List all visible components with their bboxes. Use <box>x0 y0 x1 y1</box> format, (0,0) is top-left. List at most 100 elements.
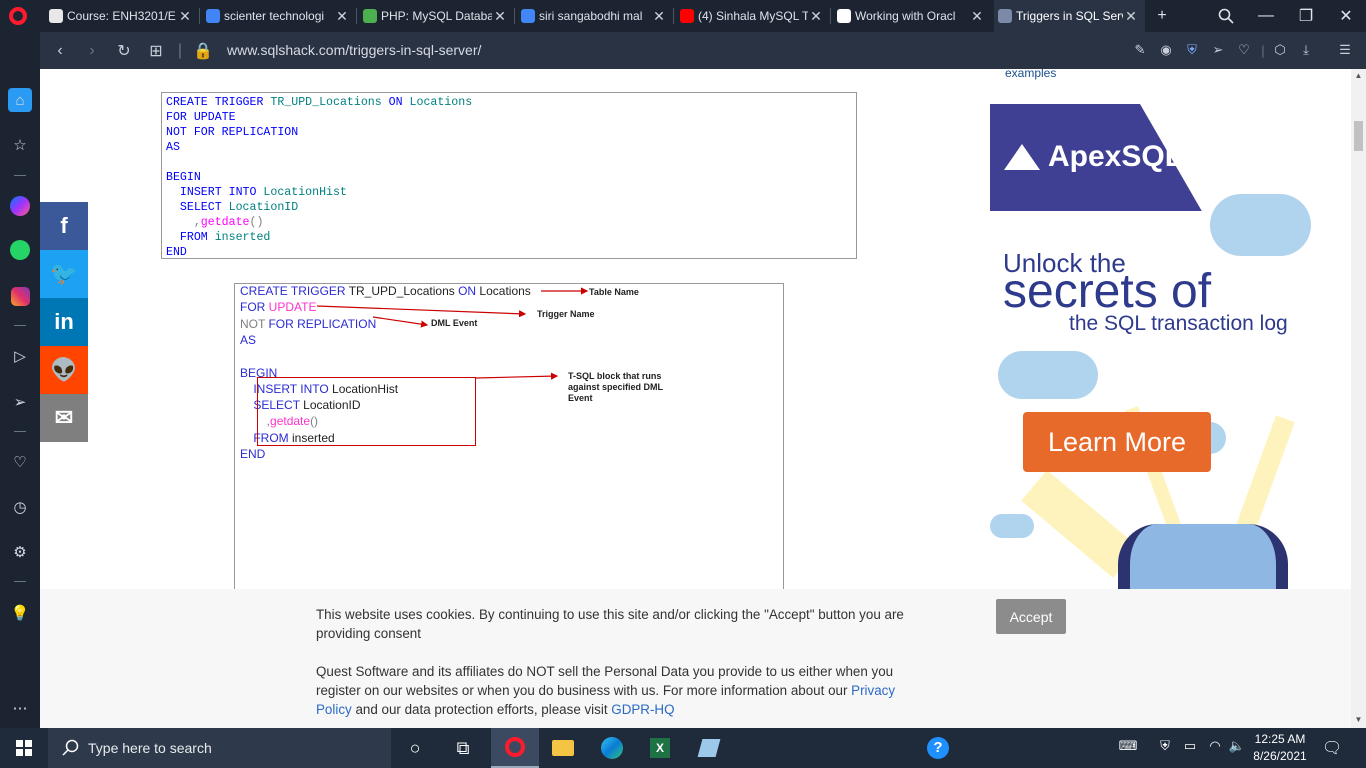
google-icon <box>206 9 220 23</box>
code-token: inserted <box>214 231 271 244</box>
tips-icon[interactable]: 💡 <box>8 601 32 625</box>
minimize-button[interactable]: — <box>1248 0 1284 32</box>
ycombinator-icon <box>837 9 851 23</box>
close-window-button[interactable]: ✕ <box>1328 0 1364 32</box>
cloud-decoration <box>1210 194 1311 256</box>
scroll-down-icon[interactable]: ▼ <box>1354 715 1363 725</box>
restore-button[interactable]: ❐ <box>1288 0 1324 32</box>
browser-tab[interactable]: siri sangabodhi mal ✕ <box>517 0 673 32</box>
linkedin-glyph: in <box>54 309 74 334</box>
close-tab-icon[interactable]: ✕ <box>334 8 350 25</box>
volume-icon[interactable]: 🔈 <box>1227 738 1247 754</box>
apexsql-ad[interactable]: ApexSQL Unlock the secrets of the SQL tr… <box>990 104 1311 589</box>
favorite-heart-icon[interactable]: ♡ <box>1235 41 1253 59</box>
easy-setup-icon[interactable]: ☰ <box>1336 41 1354 59</box>
tab-separator <box>830 8 831 24</box>
history-icon[interactable]: ◷ <box>8 495 32 519</box>
tab-bar: Course: ENH3201/E ✕ scienter technologi ✕ PH… <box>0 0 1366 32</box>
sidebar-link-examples[interactable]: examples <box>1005 69 1056 80</box>
email-share-icon[interactable]: ✉ <box>40 394 88 442</box>
whatsapp-icon[interactable] <box>8 238 32 262</box>
code-token: Locations <box>409 96 473 109</box>
close-tab-icon[interactable]: ✕ <box>808 8 824 25</box>
task-view-icon[interactable]: ⧉ <box>439 728 487 768</box>
notepad-icon[interactable] <box>685 728 733 768</box>
wifi-icon[interactable]: ◠ <box>1205 738 1225 754</box>
home-icon[interactable]: ⌂ <box>8 88 32 112</box>
code-line: INSERT INTO LocationHist <box>166 185 852 200</box>
code-token: SELECT <box>166 201 229 214</box>
tab-title: siri sangabodhi mal <box>539 9 643 23</box>
back-button[interactable]: ‹ <box>45 32 75 69</box>
facebook-share-icon[interactable]: f <box>40 202 88 250</box>
send-page-icon[interactable]: ➢ <box>1209 41 1227 59</box>
instagram-icon[interactable] <box>8 284 32 308</box>
keyboard-icon[interactable]: ⌨ <box>1118 738 1138 754</box>
scroll-up-icon[interactable]: ▲ <box>1354 71 1363 81</box>
twitter-share-icon[interactable]: 🐦 <box>40 250 88 298</box>
new-tab-button[interactable]: + <box>1144 0 1180 32</box>
tab-title: scienter technologi <box>224 9 325 23</box>
messenger-icon[interactable] <box>8 194 32 218</box>
cortana-icon[interactable]: ○ <box>391 728 439 768</box>
browser-tab[interactable]: (4) Sinhala MySQL T ✕ <box>676 0 830 32</box>
excel-icon[interactable]: X <box>636 728 684 768</box>
browser-tab[interactable]: PHP: MySQL Databa ✕ <box>359 0 514 32</box>
code-token: BEGIN <box>166 171 201 184</box>
reload-button[interactable]: ↻ <box>109 32 139 69</box>
browser-tab[interactable]: Course: ENH3201/E ✕ <box>45 0 199 32</box>
learn-more-button[interactable]: Learn More <box>1023 412 1211 472</box>
taskbar-search-box[interactable]: Type here to search <box>48 728 391 768</box>
gdpr-hq-link[interactable]: GDPR-HQ <box>611 702 674 717</box>
web-page: f 🐦 in 👽 ✉ CREATE TRIGGER TR_UPD_Locations O… <box>40 69 1351 728</box>
tab-separator <box>199 8 200 24</box>
tab-title: PHP: MySQL Databa <box>381 9 492 23</box>
close-tab-icon[interactable]: ✕ <box>969 8 985 25</box>
scroll-thumb[interactable] <box>1354 121 1363 151</box>
battery-icon[interactable]: ▭ <box>1180 738 1200 754</box>
tab-separator <box>356 8 357 24</box>
linkedin-share-icon[interactable]: in <box>40 298 88 346</box>
snapshot-icon[interactable]: ◉ <box>1157 41 1175 59</box>
download-icon[interactable]: ⤓ <box>1297 41 1315 59</box>
close-tab-icon[interactable]: ✕ <box>177 8 193 25</box>
browser-tab[interactable]: Triggers in SQL Serv ✕ <box>994 0 1145 32</box>
code-token: TR_UPD_Locations <box>270 96 389 109</box>
edge-icon[interactable] <box>588 728 636 768</box>
extensions-cube-icon[interactable]: ⬡ <box>1271 41 1289 59</box>
close-tab-icon[interactable]: ✕ <box>492 8 508 25</box>
file-explorer-icon[interactable] <box>539 728 587 768</box>
vpn-shield-icon[interactable]: ⛨ <box>1183 41 1201 59</box>
url-field[interactable]: www.sqlshack.com/triggers-in-sql-server/ <box>227 42 481 58</box>
accept-button[interactable]: Accept <box>996 599 1066 634</box>
heart-icon[interactable]: ♡ <box>8 450 32 474</box>
reddit-share-icon[interactable]: 👽 <box>40 346 88 394</box>
send-icon[interactable]: ➢ <box>8 390 32 414</box>
opera-logo-icon[interactable] <box>9 7 27 25</box>
more-icon[interactable]: ⋯ <box>8 696 32 720</box>
help-icon[interactable]: ? <box>914 728 962 768</box>
start-button[interactable] <box>0 728 48 768</box>
cookie-banner: This website uses cookies. By continuing… <box>40 589 1351 728</box>
code-token: AS <box>166 141 180 154</box>
lock-icon[interactable]: 🔒 <box>188 32 218 69</box>
browser-tab[interactable]: Working with Oracl ✕ <box>833 0 991 32</box>
page-scrollbar[interactable]: ▲ ▼ <box>1351 69 1366 728</box>
w3-icon <box>363 9 377 23</box>
notifications-icon[interactable]: 🗨 <box>1322 738 1342 758</box>
defender-shield-icon[interactable]: ⛨ <box>1155 738 1175 754</box>
search-tabs-icon[interactable] <box>1208 0 1244 32</box>
opera-sidebar: ⌂ ☆ ▷ ➢ ♡ ◷ ⚙ 💡 ⋯ <box>0 32 40 728</box>
clock[interactable]: 12:25 AM 8/26/2021 <box>1252 731 1308 765</box>
player-icon[interactable]: ▷ <box>8 344 32 368</box>
edit-icon[interactable]: ✎ <box>1131 41 1149 59</box>
close-tab-icon[interactable]: ✕ <box>1123 8 1139 25</box>
tab-title: Working with Oracl <box>855 9 956 23</box>
settings-icon[interactable]: ⚙ <box>8 540 32 564</box>
browser-tab[interactable]: scienter technologi ✕ <box>202 0 356 32</box>
forward-button[interactable]: › <box>77 32 107 69</box>
opera-taskbar-icon[interactable] <box>491 728 539 768</box>
code-line: FROM inserted <box>166 230 852 245</box>
bookmark-icon[interactable]: ☆ <box>8 133 32 157</box>
close-tab-icon[interactable]: ✕ <box>651 8 667 25</box>
